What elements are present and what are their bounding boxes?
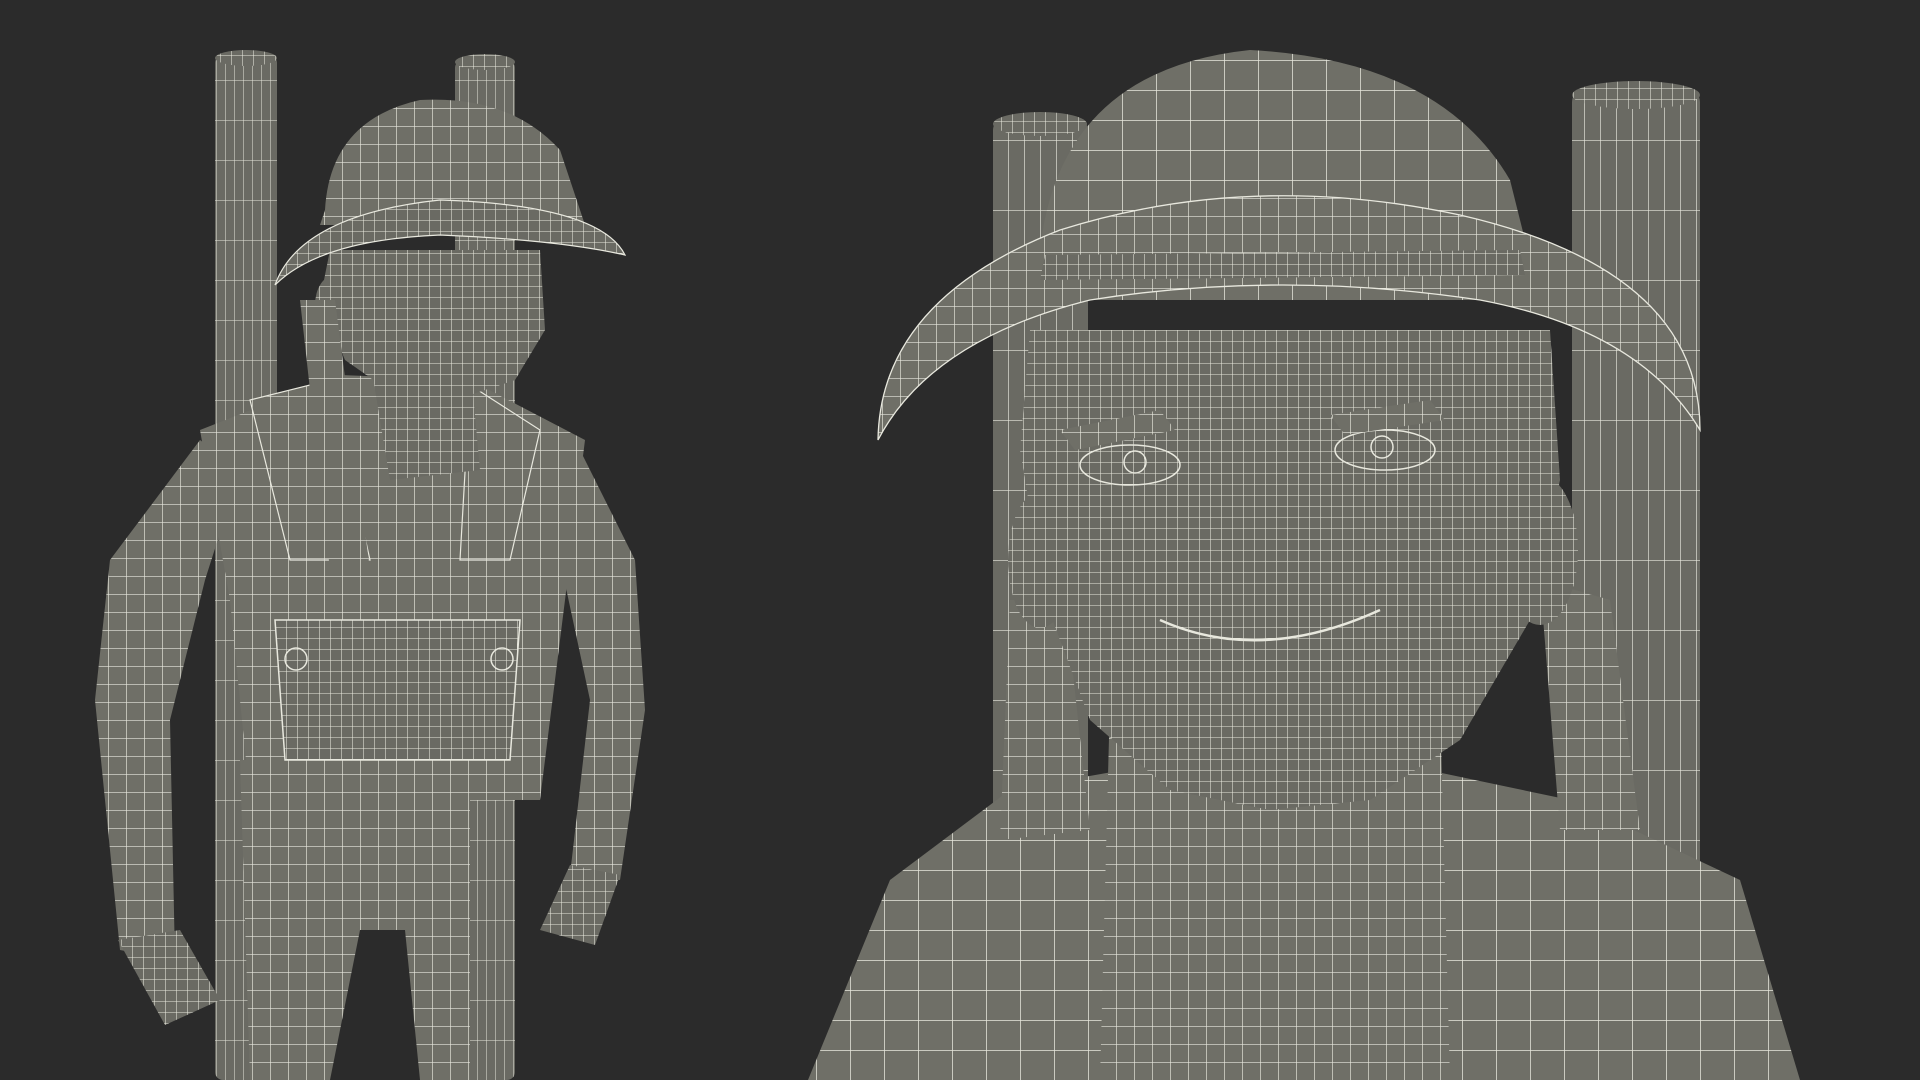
bib-button-left bbox=[284, 647, 308, 671]
closeup-right-ear bbox=[1502, 475, 1578, 625]
bib-button-right bbox=[490, 647, 514, 671]
character-legs bbox=[240, 760, 470, 1080]
head-closeup-view bbox=[808, 50, 1800, 1080]
closeup-hat-band bbox=[1040, 250, 1525, 280]
full-body-view bbox=[95, 50, 645, 1080]
overalls-bib bbox=[274, 619, 521, 761]
render-stage bbox=[0, 0, 1920, 1080]
left-hand bbox=[118, 930, 220, 1025]
closeup-left-ear bbox=[1008, 492, 1072, 628]
right-arm bbox=[560, 440, 645, 880]
right-hand bbox=[540, 865, 620, 945]
right-stilt-cap bbox=[455, 54, 515, 70]
left-stilt-cap bbox=[215, 50, 277, 66]
closeup-right-stilt-cap bbox=[1572, 81, 1700, 109]
closeup-left-stilt-cap bbox=[993, 112, 1087, 136]
render-canvas bbox=[95, 50, 1800, 1080]
closeup-left-eye bbox=[1079, 444, 1181, 486]
